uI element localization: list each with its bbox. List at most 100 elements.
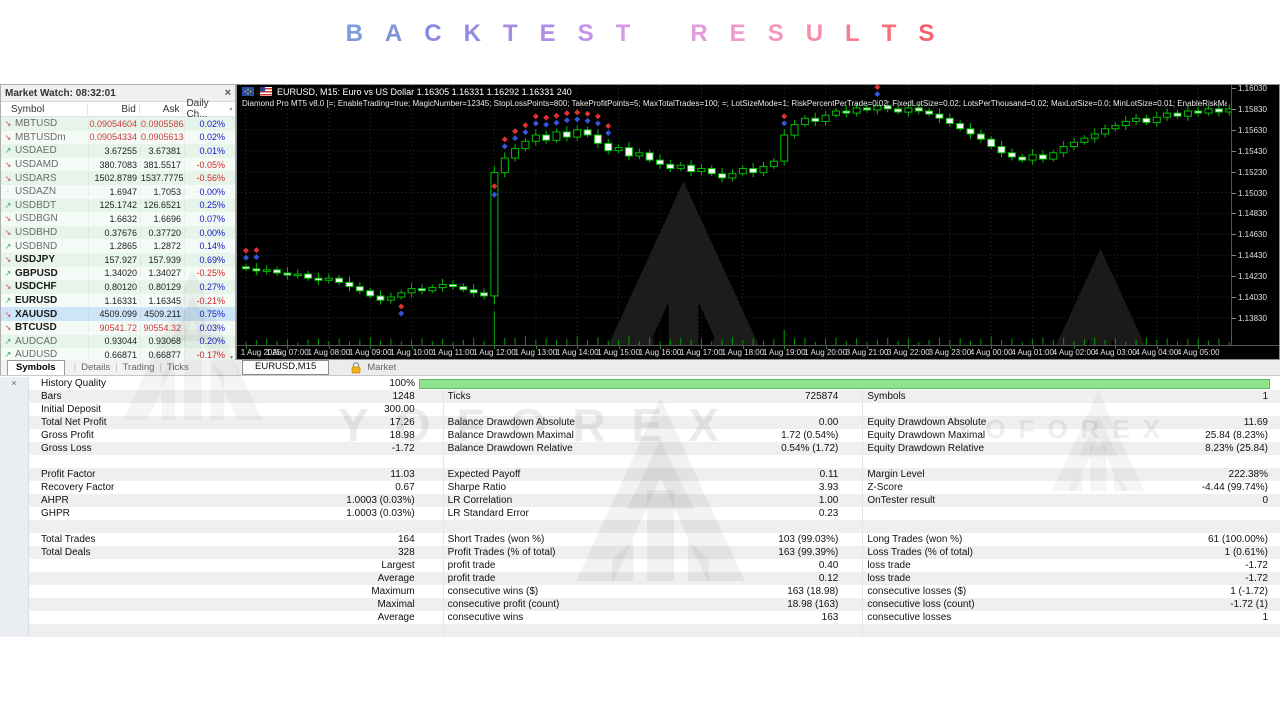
column-bid[interactable]: Bid [88,103,140,115]
result-label: Total Net Profit [41,417,107,428]
time-tick-label: 4 Aug 03:00 [1094,348,1137,357]
price-axis[interactable]: 1.16030 1.15830 1.15630 1.15430 1.15230 1.150… [1231,85,1279,346]
market-watch-row[interactable]: ↘ USDCHF 0.80120 0.80129 0.27% [1,280,235,294]
result-value: 163 (99.39%) [778,547,839,558]
market-watch-row[interactable]: ↗ USDBND 1.2865 1.2872 0.14% [1,239,235,253]
scroll-up-icon[interactable]: ▲ [227,106,235,112]
market-watch-row[interactable]: ↘ USDARS 1502.8789 1537.7775 -0.56% [1,171,235,185]
trend-flat-icon: · [6,187,10,197]
result-row[interactable]: Largest profit trade 0.40 loss trade -1.72 [0,559,1280,572]
result-row[interactable]: Profit Factor 11.03 Expected Payoff 0.11 Mar… [0,468,1280,481]
market-watch-row[interactable]: ↘ USDBGN 1.6632 1.6696 0.07% [1,212,235,226]
time-tick [577,346,579,349]
result-row[interactable]: Recovery Factor 0.67 Sharpe Ratio 3.93 Z-Sco… [0,481,1280,494]
result-value: -4.44 (99.74%) [1201,482,1268,493]
result-value: -1.72 [1245,560,1268,571]
trend-up-icon: ↗ [4,296,12,306]
daily-change-value: 0.75% [199,309,225,320]
chart-tab-eurusd-m15[interactable]: EURUSD,M15 [242,360,330,375]
result-value: 17.26 [389,417,415,428]
price-tick-label: 1.15630 [1238,125,1267,135]
ask-value: 1.6696 [141,213,185,224]
result-value: -1.72 [1245,573,1268,584]
result-row[interactable]: Maximal consecutive profit (count) 18.98 (… [0,598,1280,611]
result-value: 1248 [392,391,415,402]
daily-change-value: 0.02% [199,132,225,143]
ask-value: 0.09056134 [141,132,185,143]
daily-change-value: 0.69% [199,254,225,265]
title-letter: S [918,20,935,47]
result-row[interactable]: Initial Deposit 300.00 [0,403,1280,416]
result-row[interactable]: Gross Loss -1.72 Balance Drawdown Relative… [0,442,1280,455]
bid-value: 157.927 [89,254,141,265]
tab-details[interactable]: Details [81,362,110,373]
price-tick-label: 1.14230 [1238,272,1267,282]
result-row[interactable]: × History Quality 100% [0,377,1280,390]
column-gap [842,494,862,507]
result-row[interactable]: AHPR 1.0003 (0.03%) LR Correlation 1.00 OnTe… [0,494,1280,507]
market-watch-row[interactable]: ↘ BTCUSD 90541.72 90554.32 0.03% [1,320,235,335]
price-tick-label: 1.14430 [1238,251,1267,261]
ask-value: 157.939 [141,254,185,265]
market-watch-row[interactable]: ↗ EURUSD 1.16331 1.16345 -0.21% [1,293,235,308]
result-row[interactable]: Total Trades 164 Short Trades (won %) 103 (… [0,533,1280,546]
row-gutter [0,429,29,442]
result-row[interactable]: Maximum consecutive wins ($) 163 (18.98) co… [0,585,1280,598]
result-value: -1.72 (1) [1230,599,1268,610]
row-gutter [0,559,29,572]
tab-symbols[interactable]: Symbols [7,360,65,375]
time-tick-label: 1 Aug 18:00 [721,348,765,357]
symbol-name: USDARS [15,172,89,184]
result-row[interactable]: Average profit trade 0.12 loss trade -1.72 [0,572,1280,585]
result-row[interactable]: Gross Profit 18.98 Balance Drawdown Maxima… [0,429,1280,442]
column-symbol[interactable]: Symbol [1,103,89,115]
result-row[interactable]: Average consecutive wins 163 consecutive lo… [0,611,1280,624]
result-row[interactable]: Total Deals 328 Profit Trades (% of total)… [0,546,1280,559]
column-gap [842,481,862,494]
candlestick-chart[interactable] [237,85,1232,346]
row-gutter [0,572,29,585]
tab-trading[interactable]: Trading [123,362,155,373]
chart-symbol-title: EURUSD, M15: Euro vs US Dollar 1.16305 1… [277,87,572,97]
result-value: 1.00 [818,495,839,506]
row-gutter [0,481,29,494]
column-gap [419,585,443,598]
market-watch-row[interactable]: ↗ USDAED 3.67255 3.67381 0.01% [1,144,235,158]
collapse-icon[interactable]: × [0,377,29,390]
market-watch-row[interactable]: ↘ XAUUSD 4509.099 4509.211 0.75% [1,307,235,321]
market-watch-row[interactable]: ↗ USDBDT 125.1742 126.6521 0.25% [1,198,235,213]
chart-panel[interactable]: EURUSD, M15: Euro vs US Dollar 1.16305 1… [236,84,1280,360]
market-watch-row[interactable]: ↘ USDBHD 0.37676 0.37720 0.00% [1,225,235,240]
result-row[interactable]: Bars 1248 Ticks 725874 Symbols 1 [0,390,1280,403]
tab-ticks[interactable]: Ticks [167,362,189,373]
market-watch-row[interactable]: · USDAZN 1.6947 1.7053 0.00% [1,184,235,199]
row-gutter [0,546,29,559]
symbol-name: AUDUSD [15,349,89,361]
market-label[interactable]: Market [367,362,396,373]
market-watch-row[interactable]: ↘ USDAMD 380.7083 381.5517 -0.05% [1,157,235,172]
result-row[interactable]: GHPR 1.0003 (0.03%) LR Standard Error 0.23 [0,507,1280,520]
trend-down-icon: ↘ [4,228,12,238]
result-label: LR Standard Error [447,508,529,519]
bid-value: 1.6947 [89,186,141,197]
market-watch-row[interactable]: ↗ GBPUSD 1.34020 1.34027 -0.25% [1,266,235,281]
market-watch-list: ↘ MBTUSD 0.09054604 0.09055864 0.02% ↘ MBTUSDm… [1,117,235,362]
market-watch-row[interactable]: ↘ MBTUSD 0.09054604 0.09055864 0.02% [1,117,235,131]
result-value: 1 (-1.72) [1230,586,1268,597]
daily-change-value: -0.56% [196,173,225,184]
price-tick-label: 1.14830 [1238,209,1267,219]
bid-value: 1.2865 [89,241,141,252]
column-ask[interactable]: Ask [140,103,184,115]
column-gap [842,468,862,481]
bid-value: 0.37676 [89,227,141,238]
result-row[interactable]: Total Net Profit 17.26 Balance Drawdown Ab… [0,416,1280,429]
trend-down-icon: ↘ [4,132,12,142]
time-tick [991,346,993,349]
candles [242,100,1232,305]
market-watch-row[interactable]: ↗ AUDCAD 0.93044 0.93068 0.20% [1,334,235,349]
time-axis[interactable]: 1 Aug 2025 1 Aug 07:00 1 Aug 08:00 1 Aug 09… [237,345,1279,359]
market-watch-row[interactable]: ↘ MBTUSDm 0.09054334 0.09056134 0.02% [1,130,235,145]
bid-value: 1.6632 [89,213,141,224]
market-watch-row[interactable]: ↘ USDJPY 157.927 157.939 0.69% [1,252,235,267]
bid-value: 1.34020 [89,268,141,279]
